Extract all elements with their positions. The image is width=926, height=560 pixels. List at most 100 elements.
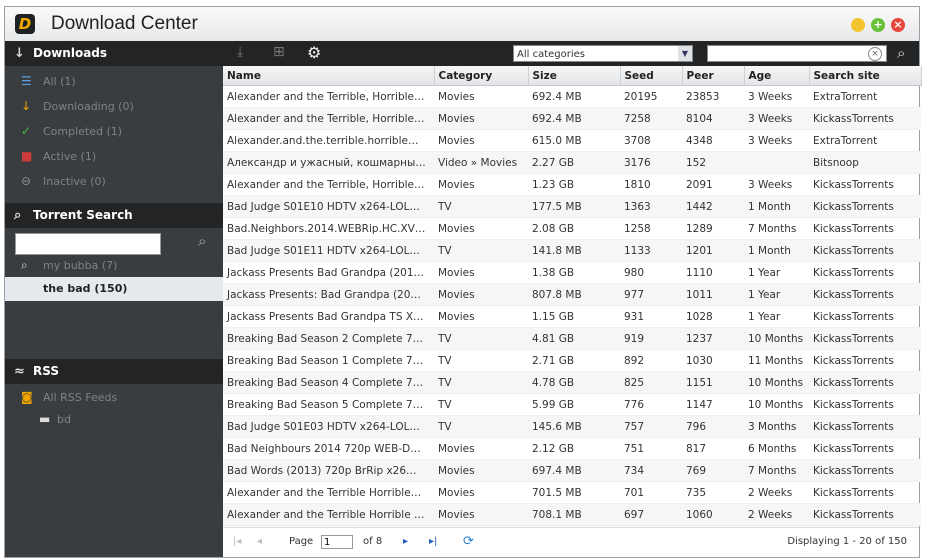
table-cell: KickassTorrents — [809, 349, 921, 372]
table-row[interactable]: Jackass Presents Bad Grandpa TS X… Movies… — [223, 305, 921, 328]
table-cell: 1110 — [682, 261, 744, 284]
table-row[interactable]: Breaking Bad Season 1 Complete 7… TV 2.71 … — [223, 349, 921, 372]
search-icon[interactable]: ⌕ — [897, 44, 905, 62]
column-header[interactable]: Age — [744, 66, 810, 86]
table-cell: 980 — [620, 261, 682, 284]
table-cell: 7 Months — [744, 459, 809, 482]
table-row[interactable]: Alexander and the Terrible Horrible… Movi… — [223, 481, 921, 504]
table-cell: 1201 — [682, 239, 744, 262]
saved-search-item[interactable]: ⌕ my bubba (7) — [5, 253, 223, 278]
table-cell: 1030 — [682, 349, 744, 372]
active-icon: ■ — [21, 149, 33, 163]
table-row[interactable]: Alexander.and.the.terrible.horrible… Movi… — [223, 129, 921, 152]
add-download-icon[interactable]: ⤓ — [237, 44, 243, 60]
table-row[interactable]: Alexander and the Terrible Horrible … Mov… — [223, 503, 921, 526]
table-row[interactable]: Bad Words (2013) 720p BrRip x26… Movies 69… — [223, 459, 921, 482]
rss-feed-item[interactable]: ▬ bd — [5, 407, 223, 432]
table-row[interactable]: Alexander and the Terrible, Horrible… Mov… — [223, 107, 921, 130]
sidebar-item-completed[interactable]: ✓ Completed (1) — [5, 119, 223, 144]
sidebar-item-all[interactable]: ☰ All (1) — [5, 69, 223, 94]
table-cell: KickassTorrents — [809, 415, 921, 438]
toolbar-search-input[interactable]: × — [707, 45, 887, 62]
column-header[interactable]: Name — [223, 66, 435, 86]
table-row[interactable]: Alexander and the Terrible, Horrible… Mov… — [223, 173, 921, 196]
table-row[interactable]: Bad Neighbours 2014 720p WEB-D… Movies 2.1… — [223, 437, 921, 460]
table-cell: Alexander and the Terrible, Horrible… — [223, 85, 434, 108]
table-cell: Movies — [434, 261, 528, 284]
table-row[interactable]: Bad.Neighbors.2014.WEBRip.HC.XV… Movies 2.… — [223, 217, 921, 240]
torrent-search-header[interactable]: ⌕ Torrent Search — [5, 203, 223, 228]
first-page-icon[interactable]: |◂ — [233, 536, 241, 547]
column-header[interactable]: Size — [528, 66, 621, 86]
table-cell: 3 Weeks — [744, 107, 809, 130]
table-row[interactable]: Александр и ужасный, кошмарны… Video » Mo… — [223, 151, 921, 174]
table-cell: 977 — [620, 283, 682, 306]
sidebar-item-downloading[interactable]: ↓ Downloading (0) — [5, 94, 223, 119]
table-cell: 734 — [620, 459, 682, 482]
chevron-down-icon[interactable]: ▼ — [678, 46, 692, 61]
table-cell: Video » Movies — [434, 151, 528, 174]
column-header[interactable]: Search site — [809, 66, 922, 86]
table-cell: Breaking Bad Season 5 Complete 7… — [223, 393, 434, 416]
table-cell: 769 — [682, 459, 744, 482]
table-cell: Movies — [434, 481, 528, 504]
table-cell: Movies — [434, 503, 528, 526]
saved-search-selected[interactable]: the bad (150) — [5, 277, 223, 301]
next-page-icon[interactable]: ▸ — [403, 536, 408, 547]
table-row[interactable]: Jackass Presents Bad Grandpa (201… Movies… — [223, 261, 921, 284]
column-header[interactable]: Peer — [682, 66, 745, 86]
search-icon[interactable]: ⌕ — [198, 232, 206, 250]
page-number-input[interactable] — [321, 535, 353, 549]
last-page-icon[interactable]: ▸| — [429, 536, 437, 547]
table-cell: 7 Months — [744, 217, 809, 240]
table-cell: 692.4 MB — [528, 85, 620, 108]
table-cell: 10 Months — [744, 371, 809, 394]
gear-icon[interactable]: ⚙ — [307, 43, 321, 62]
table-cell: 1028 — [682, 305, 744, 328]
table-cell: 2.08 GB — [528, 217, 620, 240]
table-row[interactable]: Breaking Bad Season 2 Complete 7… TV 4.81 … — [223, 327, 921, 350]
table-cell: Movies — [434, 217, 528, 240]
prev-page-icon[interactable]: ◂ — [257, 536, 262, 547]
table-row[interactable]: Bad Judge S01E11 HDTV x264-LOL… TV 141.8 M… — [223, 239, 921, 262]
torrent-search-input[interactable] — [15, 233, 161, 255]
table-row[interactable]: Alexander and the Terrible, Horrible… Mov… — [223, 85, 921, 108]
table-cell: KickassTorrents — [809, 459, 921, 482]
category-select[interactable]: All categories ▼ — [513, 45, 693, 62]
table-row[interactable]: Jackass Presents: Bad Grandpa (20… Movies… — [223, 283, 921, 306]
sidebar-item-label: Completed (1) — [43, 125, 123, 138]
table-cell: Movies — [434, 437, 528, 460]
clear-search-icon[interactable]: × — [868, 47, 882, 61]
table-cell: 615.0 MB — [528, 129, 620, 152]
table-cell: 4.81 GB — [528, 327, 620, 350]
table-cell: Movies — [434, 107, 528, 130]
sidebar-item-inactive[interactable]: ⊖ Inactive (0) — [5, 169, 223, 194]
table-cell: 701 — [620, 481, 682, 504]
table-row[interactable]: Breaking Bad Season 4 Complete 7… TV 4.78 … — [223, 371, 921, 394]
table-cell: 1011 — [682, 283, 744, 306]
downloads-header[interactable]: ↓ Downloads — [5, 41, 223, 66]
table-cell: 6 Months — [744, 437, 809, 460]
close-button[interactable]: × — [891, 18, 905, 32]
refresh-icon[interactable]: ⟳ — [463, 534, 474, 549]
table-row[interactable]: Bad Judge S01E10 HDTV x264-LOL… TV 177.5 M… — [223, 195, 921, 218]
table-cell: 776 — [620, 393, 682, 416]
table-cell: TV — [434, 327, 528, 350]
add-url-icon[interactable]: ⊞ — [273, 44, 285, 60]
table-cell: Bad.Neighbors.2014.WEBRip.HC.XV… — [223, 217, 434, 240]
feed-icon: ▬ — [39, 412, 51, 426]
table-row[interactable]: Bad Judge S01E03 HDTV x264-LOL… TV 145.6 M… — [223, 415, 921, 438]
maximize-button[interactable]: + — [871, 18, 885, 32]
column-header[interactable]: Seed — [620, 66, 683, 86]
minimize-button[interactable] — [851, 18, 865, 32]
table-row[interactable]: Breaking Bad Season 5 Complete 7… TV 5.99 … — [223, 393, 921, 416]
table-cell: 1 Month — [744, 239, 809, 262]
rss-header[interactable]: ≈ RSS — [5, 359, 223, 384]
table-cell: ExtraTorrent — [809, 85, 921, 108]
column-header[interactable]: Category — [434, 66, 529, 86]
page-label: Page — [289, 536, 314, 547]
table-cell: 10 Months — [744, 393, 809, 416]
table-cell: 1237 — [682, 327, 744, 350]
sidebar-item-active[interactable]: ■ Active (1) — [5, 144, 223, 169]
table-cell: 3708 — [620, 129, 682, 152]
